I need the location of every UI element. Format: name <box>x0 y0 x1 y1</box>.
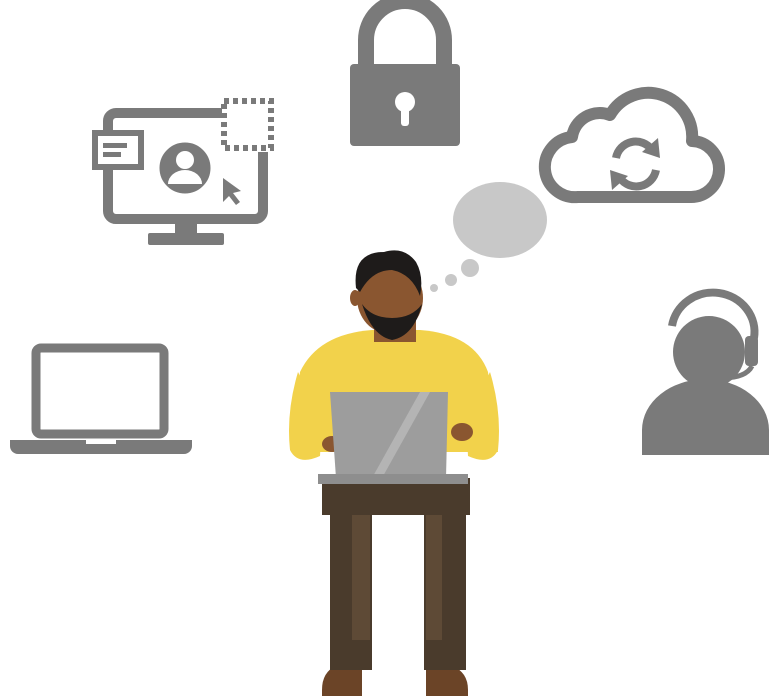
laptop-icon <box>10 343 192 454</box>
right-shoe <box>426 666 468 696</box>
customer-support-headset-icon <box>642 288 769 455</box>
left-shoe <box>322 666 362 696</box>
person-with-laptop <box>289 250 499 696</box>
thought-bubble <box>430 182 547 292</box>
padlock-icon <box>350 0 460 146</box>
illustration-scene <box>0 0 769 698</box>
cloud-sync-icon <box>538 86 725 204</box>
illustration-canvas <box>10 0 769 696</box>
remote-desktop-icon <box>92 98 274 245</box>
